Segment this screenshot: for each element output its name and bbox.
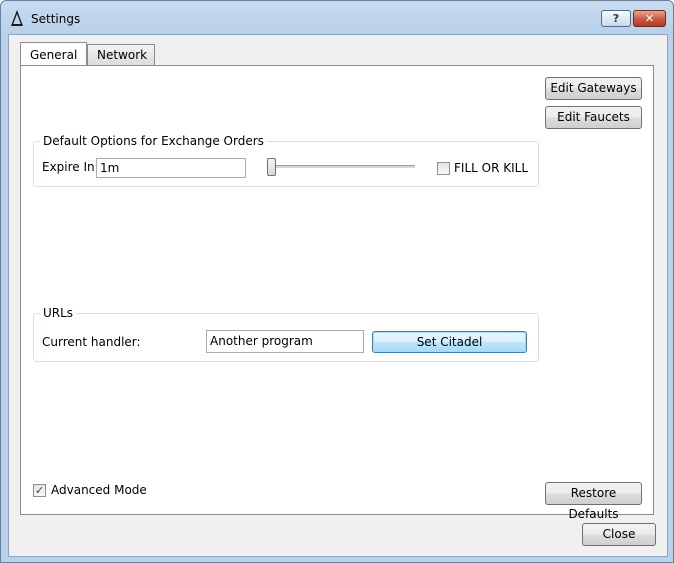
dialog-body: General Network Edit Gateways Edit Fauce…	[8, 34, 668, 557]
urls-group: URLs Current handler: Another program Se…	[33, 306, 539, 362]
close-icon: ✕	[644, 12, 655, 25]
set-citadel-button[interactable]: Set Citadel	[372, 331, 527, 353]
help-button[interactable]: ?	[601, 10, 631, 27]
check-icon: ✓	[34, 484, 45, 497]
edit-gateways-button[interactable]: Edit Gateways	[545, 77, 642, 100]
edit-faucets-button[interactable]: Edit Faucets	[545, 106, 642, 129]
general-panel: Edit Gateways Edit Faucets Default Optio…	[20, 65, 654, 521]
urls-title: URLs	[40, 306, 77, 320]
delta-icon	[11, 10, 23, 26]
advanced-mode-label: Advanced Mode	[51, 483, 147, 497]
window-title: Settings	[31, 12, 81, 26]
expire-in-field[interactable]: 1m	[96, 158, 246, 178]
current-handler-label: Current handler:	[42, 335, 141, 349]
help-icon: ?	[612, 12, 620, 25]
window-close-button[interactable]: ✕	[633, 10, 666, 27]
close-button[interactable]: Close	[582, 523, 656, 546]
tab-general[interactable]: General	[20, 42, 87, 65]
fill-or-kill-label: FILL OR KILL	[454, 161, 529, 175]
settings-window: Settings ? ✕ General Network Edit Gatewa…	[0, 0, 674, 563]
current-handler-field[interactable]: Another program	[206, 330, 364, 353]
expire-slider-handle[interactable]	[267, 158, 276, 176]
exchange-options-group: Default Options for Exchange Orders Expi…	[33, 134, 539, 187]
exchange-options-title: Default Options for Exchange Orders	[40, 134, 267, 148]
expire-slider-track[interactable]	[267, 165, 415, 169]
restore-defaults-button[interactable]: Restore Defaults	[545, 482, 642, 521]
title-bar[interactable]: Settings ? ✕	[1, 1, 673, 35]
expire-in-label: Expire In	[42, 160, 95, 174]
fill-or-kill-checkbox[interactable]	[437, 162, 450, 175]
advanced-mode-checkbox[interactable]: ✓	[33, 484, 46, 497]
tab-network[interactable]: Network	[87, 44, 155, 65]
